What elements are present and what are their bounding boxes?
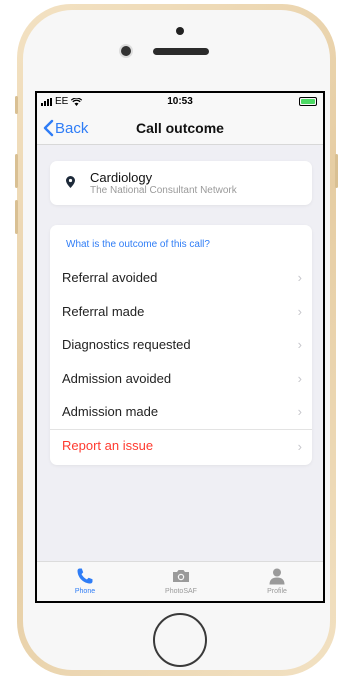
chevron-right-icon: › (297, 337, 302, 352)
app-screen: EE 10:53 Back Call outcome Cardiology Th… (35, 91, 325, 603)
location-pin-icon (66, 176, 75, 188)
volume-down-button (15, 200, 18, 234)
outcome-options-list: Referral avoided › Referral made › Diagn… (50, 261, 312, 462)
camera-icon (173, 570, 189, 582)
profile-icon (269, 568, 285, 585)
tab-photosaf[interactable]: PhotoSAF (151, 566, 211, 595)
option-label: Referral made (62, 303, 145, 319)
volume-up-button (15, 154, 18, 188)
chevron-right-icon: › (297, 270, 302, 285)
outcome-question: What is the outcome of this call? (66, 239, 210, 250)
chevron-right-icon: › (297, 370, 302, 386)
option-label: Diagnostics requested (62, 337, 191, 353)
page-title: Call outcome (136, 120, 224, 136)
phone-icon (77, 568, 93, 584)
option-diagnostics-requested[interactable]: Diagnostics requested › (50, 328, 312, 362)
mute-switch (15, 96, 18, 114)
proximity-sensor (176, 27, 184, 35)
option-label: Admission made (62, 404, 159, 420)
option-admission-made[interactable]: Admission made › (50, 395, 312, 429)
power-button (335, 154, 338, 188)
tab-profile[interactable]: Profile (247, 566, 307, 595)
tab-label: Profile (267, 588, 287, 595)
tab-phone[interactable]: Phone (55, 566, 115, 595)
front-camera (121, 46, 131, 56)
chevron-right-icon: › (297, 404, 302, 419)
option-referral-made[interactable]: Referral made › (50, 295, 312, 329)
outcome-card: What is the outcome of this call? Referr… (50, 225, 312, 465)
earpiece-speaker (153, 48, 209, 55)
tab-label: Phone (74, 588, 96, 595)
chevron-right-icon: › (297, 303, 302, 319)
option-admission-avoided[interactable]: Admission avoided › (50, 362, 312, 396)
option-label: Admission avoided (62, 370, 172, 386)
status-time: 10:53 (167, 96, 193, 107)
tab-label: PhotoSAF (165, 588, 197, 595)
report-issue-button[interactable]: Report an issue › (50, 428, 312, 463)
chevron-right-icon: › (297, 438, 302, 454)
specialty-card: Cardiology The National Consultant Netwo… (50, 161, 312, 205)
option-label: Referral avoided (62, 270, 158, 286)
navigation-bar: Back Call outcome (37, 111, 323, 145)
home-button[interactable] (153, 613, 207, 667)
option-referral-avoided[interactable]: Referral avoided › (50, 261, 312, 295)
report-issue-label: Report an issue (62, 438, 154, 454)
status-bar: EE 10:53 (37, 93, 323, 111)
specialty-network: The National Consultant Network (90, 185, 237, 196)
tab-bar: Phone PhotoSAF Profile (37, 561, 323, 601)
battery-icon (299, 97, 317, 106)
specialty-name: Cardiology (90, 170, 153, 185)
